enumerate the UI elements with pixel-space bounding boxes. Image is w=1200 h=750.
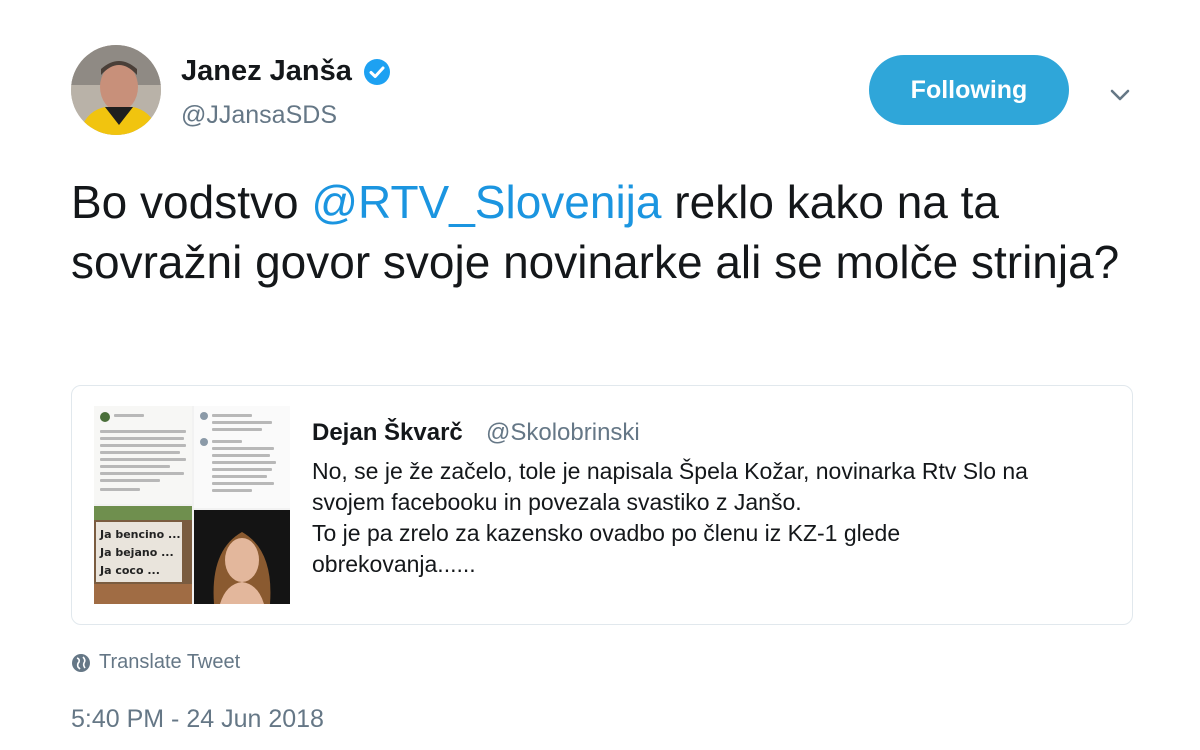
author-name-text: Janez Janša [181, 55, 352, 87]
sign-line-3: Ja coco ... [99, 564, 160, 577]
tweet-timestamp[interactable]: 5:40 PM - 24 Jun 2018 [71, 705, 324, 734]
quoted-tweet-text: No, se je že začelo, tole je napisala Šp… [312, 456, 1112, 580]
quoted-author-handle[interactable]: @Skolobrinski [486, 419, 640, 447]
globe-icon [72, 653, 90, 672]
quoted-author-name[interactable]: Dejan Škvarč [312, 419, 463, 447]
mention-link[interactable]: @RTV_Slovenija [311, 176, 661, 228]
avatar-photo [71, 45, 161, 135]
quoted-tweet[interactable]: Ja bencino ... Ja bejano ... Ja coco ...… [71, 385, 1133, 625]
verified-badge-icon [363, 58, 390, 85]
quoted-text-line: obrekovanja...... [312, 551, 476, 577]
quoted-text-line: svojem facebooku in povezala svastiko z … [312, 489, 802, 515]
tweet-card: Janez Janša @JJansaSDS Following Bo vods… [0, 0, 1200, 750]
sign-line-2: Ja bejano ... [99, 546, 174, 559]
tweet-text: Bo vodstvo @RTV_Slovenija reklo kako na … [71, 172, 1151, 292]
following-button[interactable]: Following [869, 55, 1069, 125]
author-handle[interactable]: @JJansaSDS [181, 101, 337, 130]
sign-line-1: Ja bencino ... [99, 528, 181, 541]
quoted-text-line: To je pa zrelo za kazensko ovadbo po čle… [312, 520, 901, 546]
media-comments [194, 406, 290, 508]
media-portrait [194, 510, 290, 604]
media-graffiti-sign: Ja bencino ... Ja bejano ... Ja coco ... [94, 506, 192, 604]
author-avatar[interactable] [71, 45, 161, 135]
quoted-tweet-media[interactable]: Ja bencino ... Ja bejano ... Ja coco ... [94, 406, 290, 604]
author-name[interactable]: Janez Janša [181, 55, 392, 88]
translate-tweet-label: Translate Tweet [99, 651, 241, 673]
translate-tweet-link[interactable]: Translate Tweet [71, 651, 240, 674]
media-facebook-post [94, 406, 192, 504]
tweet-text-before: Bo vodstvo [71, 176, 312, 228]
quoted-text-line: No, se je že začelo, tole je napisala Šp… [312, 458, 1028, 484]
chevron-down-icon[interactable] [1105, 80, 1135, 110]
